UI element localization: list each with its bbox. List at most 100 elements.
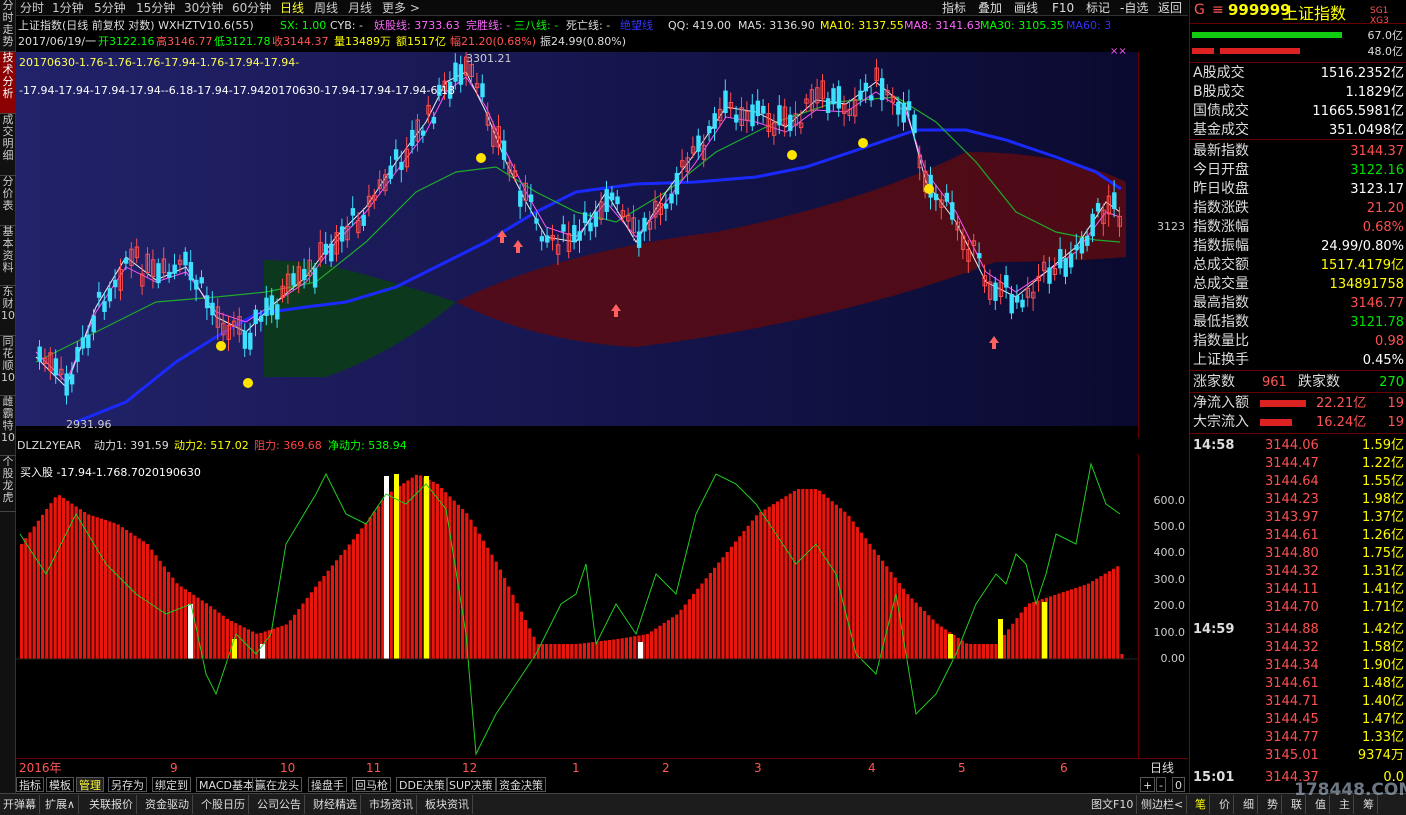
period-weekly[interactable]: 周线: [314, 0, 338, 16]
bottom-f10-button[interactable]: 图文F10: [1088, 795, 1138, 814]
bottom-market-news[interactable]: 市场资讯: [366, 795, 417, 814]
sub-bar: [561, 644, 565, 659]
divider: [1190, 433, 1406, 434]
sub-bar: [519, 611, 523, 659]
tool-tab-caopan[interactable]: 操盘手: [308, 777, 347, 792]
sub-bar: [104, 520, 108, 659]
sub-bar: [708, 573, 712, 659]
toolbar-f10-button[interactable]: F10: [1052, 0, 1074, 16]
candle-body: [339, 226, 345, 242]
period-daily[interactable]: 日线: [280, 0, 304, 16]
period-60min[interactable]: 60分钟: [232, 0, 271, 16]
stat-row: 上证换手 0.45%: [1190, 351, 1406, 370]
tool-tab-manage[interactable]: 管理: [76, 777, 104, 792]
tool-tab-huimaqiang[interactable]: 回马枪: [352, 777, 391, 792]
tool-tab-longtou[interactable]: 赢在龙头: [252, 777, 302, 792]
bottom-sector-news[interactable]: 板块资讯: [422, 795, 473, 814]
date-label-12: 12: [462, 761, 478, 775]
bottom-announcement[interactable]: 公司公告: [254, 795, 305, 814]
menu-icon[interactable]: ≡: [1212, 2, 1224, 18]
bottom-related-quotes[interactable]: 关联报价: [86, 795, 137, 814]
toolbar-indicator-button[interactable]: 指标: [942, 0, 966, 16]
sub-bar: [1061, 592, 1065, 659]
sub-indicator-chart[interactable]: 买入股 -17.94-1.768.7020190630: [16, 454, 1138, 758]
side-tab-xueqiu[interactable]: 雌霸特10: [0, 396, 16, 456]
tool-tab-dde[interactable]: DDE决策: [396, 777, 448, 792]
sub-bar: [440, 488, 444, 659]
panel-tab-shi[interactable]: 势: [1264, 795, 1282, 814]
sub-bar: [20, 544, 24, 659]
main-kline-chart[interactable]: 20170630-1.76-1.76-1.76-17.94-1.76-17.94…: [16, 46, 1138, 431]
period-15min[interactable]: 15分钟: [136, 0, 175, 16]
tick-row: 3144.61 1.48亿: [1190, 675, 1406, 693]
toolbar-overlay-button[interactable]: 叠加: [978, 0, 1002, 16]
sub-bar: [402, 483, 406, 659]
sub-bar: [658, 625, 662, 659]
side-tab-trades[interactable]: 成交明细: [0, 114, 16, 176]
side-tab-dragon-tiger[interactable]: 个股龙虎: [0, 456, 16, 512]
sub-bar: [944, 629, 948, 659]
sub-bar: [965, 643, 969, 659]
sub-bar: [1095, 578, 1099, 659]
side-tab-technical[interactable]: 技术分析: [0, 52, 16, 114]
panel-tab-xi[interactable]: 细: [1240, 795, 1258, 814]
toolbar-watchlist-button[interactable]: -自选: [1120, 0, 1148, 16]
sub-indicator-name[interactable]: DLZL2YEAR: [17, 438, 81, 454]
period-30min[interactable]: 30分钟: [184, 0, 223, 16]
candle-body: [156, 263, 161, 284]
tick-price: 3144.70: [1265, 600, 1319, 615]
sx-value: SX: 1.00: [280, 19, 327, 32]
tool-tab-sup[interactable]: SUP决策: [446, 777, 496, 792]
tool-tab-macd[interactable]: MACD基本: [196, 777, 257, 792]
tool-tab-save-as[interactable]: 另存为: [108, 777, 147, 792]
side-tab-basic-info[interactable]: 基本资料: [0, 226, 16, 286]
candle-body: [528, 194, 534, 202]
side-tab-price-table[interactable]: 分价表: [0, 176, 16, 226]
sub-bar: [540, 644, 544, 659]
period-more[interactable]: 更多 >: [382, 0, 420, 16]
chart-close-xx[interactable]: ××: [1110, 46, 1127, 57]
tick-list[interactable]: 14:58 3144.06 1.59亿 3144.47 1.22亿 3144.64 1.55…: [1190, 435, 1406, 793]
stat-value: 1.1829亿: [1345, 85, 1405, 100]
bottom-fund-drive[interactable]: 资金驱动: [142, 795, 193, 814]
g-icon[interactable]: G: [1194, 2, 1205, 18]
toolbar-back-button[interactable]: 返回: [1158, 0, 1182, 16]
sub-bar: [1107, 571, 1111, 659]
tool-tab-zijin[interactable]: 资金决策: [496, 777, 546, 792]
stat-value: 11665.5981亿: [1312, 104, 1404, 119]
candle-body: [669, 193, 674, 204]
period-monthly[interactable]: 月线: [348, 0, 372, 16]
toolbar-mark-button[interactable]: 标记: [1086, 0, 1110, 16]
tool-tab-indicator[interactable]: 指标: [16, 777, 44, 792]
buy-signal-dot: [476, 153, 486, 163]
bottom-sidebar-button[interactable]: 侧边栏<: [1138, 795, 1188, 814]
candle-body: [264, 297, 269, 316]
period-5min[interactable]: 5分钟: [94, 0, 126, 16]
side-tab-dongcai[interactable]: 东财10: [0, 286, 16, 336]
stat-row: 指数量比 0.98: [1190, 332, 1406, 351]
panel-tab-bi[interactable]: 笔: [1192, 795, 1210, 814]
period-intraday[interactable]: 分时: [20, 0, 44, 16]
tool-tab-bind[interactable]: 绑定到: [152, 777, 191, 792]
candle-body: [933, 193, 939, 201]
sub-bar: [713, 567, 717, 659]
period-1min[interactable]: 1分钟: [52, 0, 84, 16]
zoom-in-button[interactable]: +: [1140, 777, 1156, 792]
bottom-danmu[interactable]: 开弹幕: [0, 795, 40, 814]
bottom-calendar[interactable]: 个股日历: [198, 795, 249, 814]
sub-bar: [1015, 618, 1019, 659]
side-tab-tonghuashun[interactable]: 同花顺10: [0, 336, 16, 396]
zoom-out-button[interactable]: -: [1156, 777, 1166, 792]
sub-bar: [818, 490, 822, 659]
sub-bar: [482, 540, 486, 659]
quote-close: 收3144.37: [272, 35, 329, 48]
sub-highlight-bar: [638, 642, 643, 659]
side-tab-intraday[interactable]: 分时走势: [0, 0, 16, 52]
tool-tab-template[interactable]: 模板: [46, 777, 74, 792]
bottom-finance[interactable]: 财经精选: [310, 795, 361, 814]
toolbar-draw-button[interactable]: 画线: [1014, 0, 1038, 16]
reset-button[interactable]: 0: [1172, 777, 1185, 792]
date-label-3: 3: [754, 761, 762, 775]
bottom-expand[interactable]: 扩展∧: [42, 795, 80, 814]
panel-tab-jia[interactable]: 价: [1216, 795, 1234, 814]
